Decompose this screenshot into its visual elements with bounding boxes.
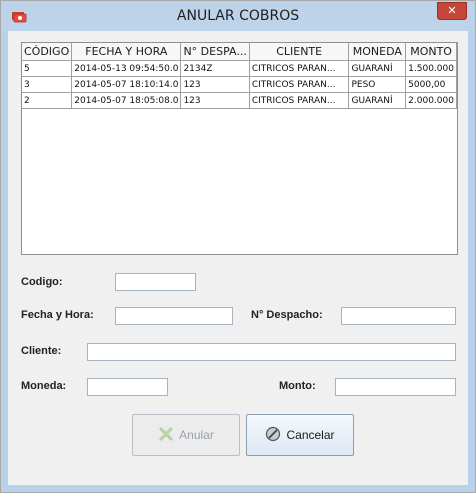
cliente-field[interactable] (87, 343, 456, 361)
cell-moneda: PESO (348, 76, 407, 93)
cell-fecha: 2014-05-13 09:54:50.0 (71, 60, 182, 77)
column-header-codigo[interactable]: CÓDIGO (22, 43, 73, 61)
anular-label: Anular (179, 428, 214, 442)
cell-cliente: CITRICOS PARAN... (249, 60, 350, 77)
cobros-table-frame[interactable]: CÓDIGO FECHA Y HORA N° DESPA... CLIENTE … (21, 42, 458, 255)
cell-despacho: 2134Z (180, 60, 250, 77)
cell-despacho: 123 (180, 92, 250, 109)
x-icon (158, 426, 174, 445)
column-header-fecha[interactable]: FECHA Y HORA (71, 43, 182, 61)
table-row[interactable]: 3 2014-05-07 18:10:14.0 123 CITRICOS PAR… (22, 76, 457, 93)
fecha-hora-field[interactable] (115, 307, 233, 325)
codigo-field[interactable] (115, 273, 196, 291)
cliente-label: Cliente: (21, 345, 62, 357)
cell-despacho: 123 (180, 76, 250, 93)
fecha-hora-label: Fecha y Hora: (21, 309, 94, 321)
column-header-monto[interactable]: MONTO (405, 43, 457, 61)
despacho-label: N° Despacho: (251, 309, 323, 321)
monto-field[interactable] (335, 378, 456, 396)
cell-fecha: 2014-05-07 18:10:14.0 (71, 76, 182, 93)
cell-codigo: 3 (22, 76, 73, 93)
monto-label: Monto: (279, 380, 316, 392)
codigo-label: Codigo: (21, 276, 63, 288)
dialog-content: CÓDIGO FECHA Y HORA N° DESPA... CLIENTE … (8, 31, 468, 485)
column-header-cliente[interactable]: CLIENTE (249, 43, 350, 61)
close-icon: ✕ (447, 4, 457, 17)
cell-cliente: CITRICOS PARAN... (249, 76, 350, 93)
cell-monto: 2.000.000 (405, 92, 457, 109)
window-title: ANULAR COBROS (176, 8, 300, 24)
table-row[interactable]: 2 2014-05-07 18:05:08.0 123 CITRICOS PAR… (22, 92, 457, 109)
cell-moneda: GUARANÍ (348, 60, 407, 77)
cancelar-label: Cancelar (286, 428, 335, 442)
cell-cliente: CITRICOS PARAN... (249, 92, 350, 109)
cell-moneda: GUARANÍ (348, 92, 407, 109)
table-row[interactable]: 5 2014-05-13 09:54:50.0 2134Z CITRICOS P… (22, 60, 457, 77)
column-header-moneda[interactable]: MONEDA (348, 43, 407, 61)
cell-monto: 5000,00 (405, 76, 457, 93)
close-button[interactable]: ✕ (437, 2, 467, 20)
column-header-despacho[interactable]: N° DESPA... (180, 43, 250, 61)
title-bar: ANULAR COBROS ✕ (1, 1, 475, 31)
dialog-window: ANULAR COBROS ✕ CÓDIGO FECHA Y HORA N° D… (0, 0, 476, 493)
despacho-field[interactable] (341, 307, 456, 325)
cell-monto: 1.500.000 (405, 60, 457, 77)
cell-codigo: 5 (22, 60, 73, 77)
cell-codigo: 2 (22, 92, 73, 109)
cobros-table: CÓDIGO FECHA Y HORA N° DESPA... CLIENTE … (22, 43, 457, 109)
anular-button[interactable]: Anular (132, 414, 240, 456)
cancelar-button[interactable]: Cancelar (246, 414, 354, 456)
cell-fecha: 2014-05-07 18:05:08.0 (71, 92, 182, 109)
moneda-label: Moneda: (21, 380, 67, 392)
moneda-field[interactable] (87, 378, 168, 396)
cancel-circle-icon (265, 426, 281, 445)
table-header: CÓDIGO FECHA Y HORA N° DESPA... CLIENTE … (22, 43, 457, 61)
